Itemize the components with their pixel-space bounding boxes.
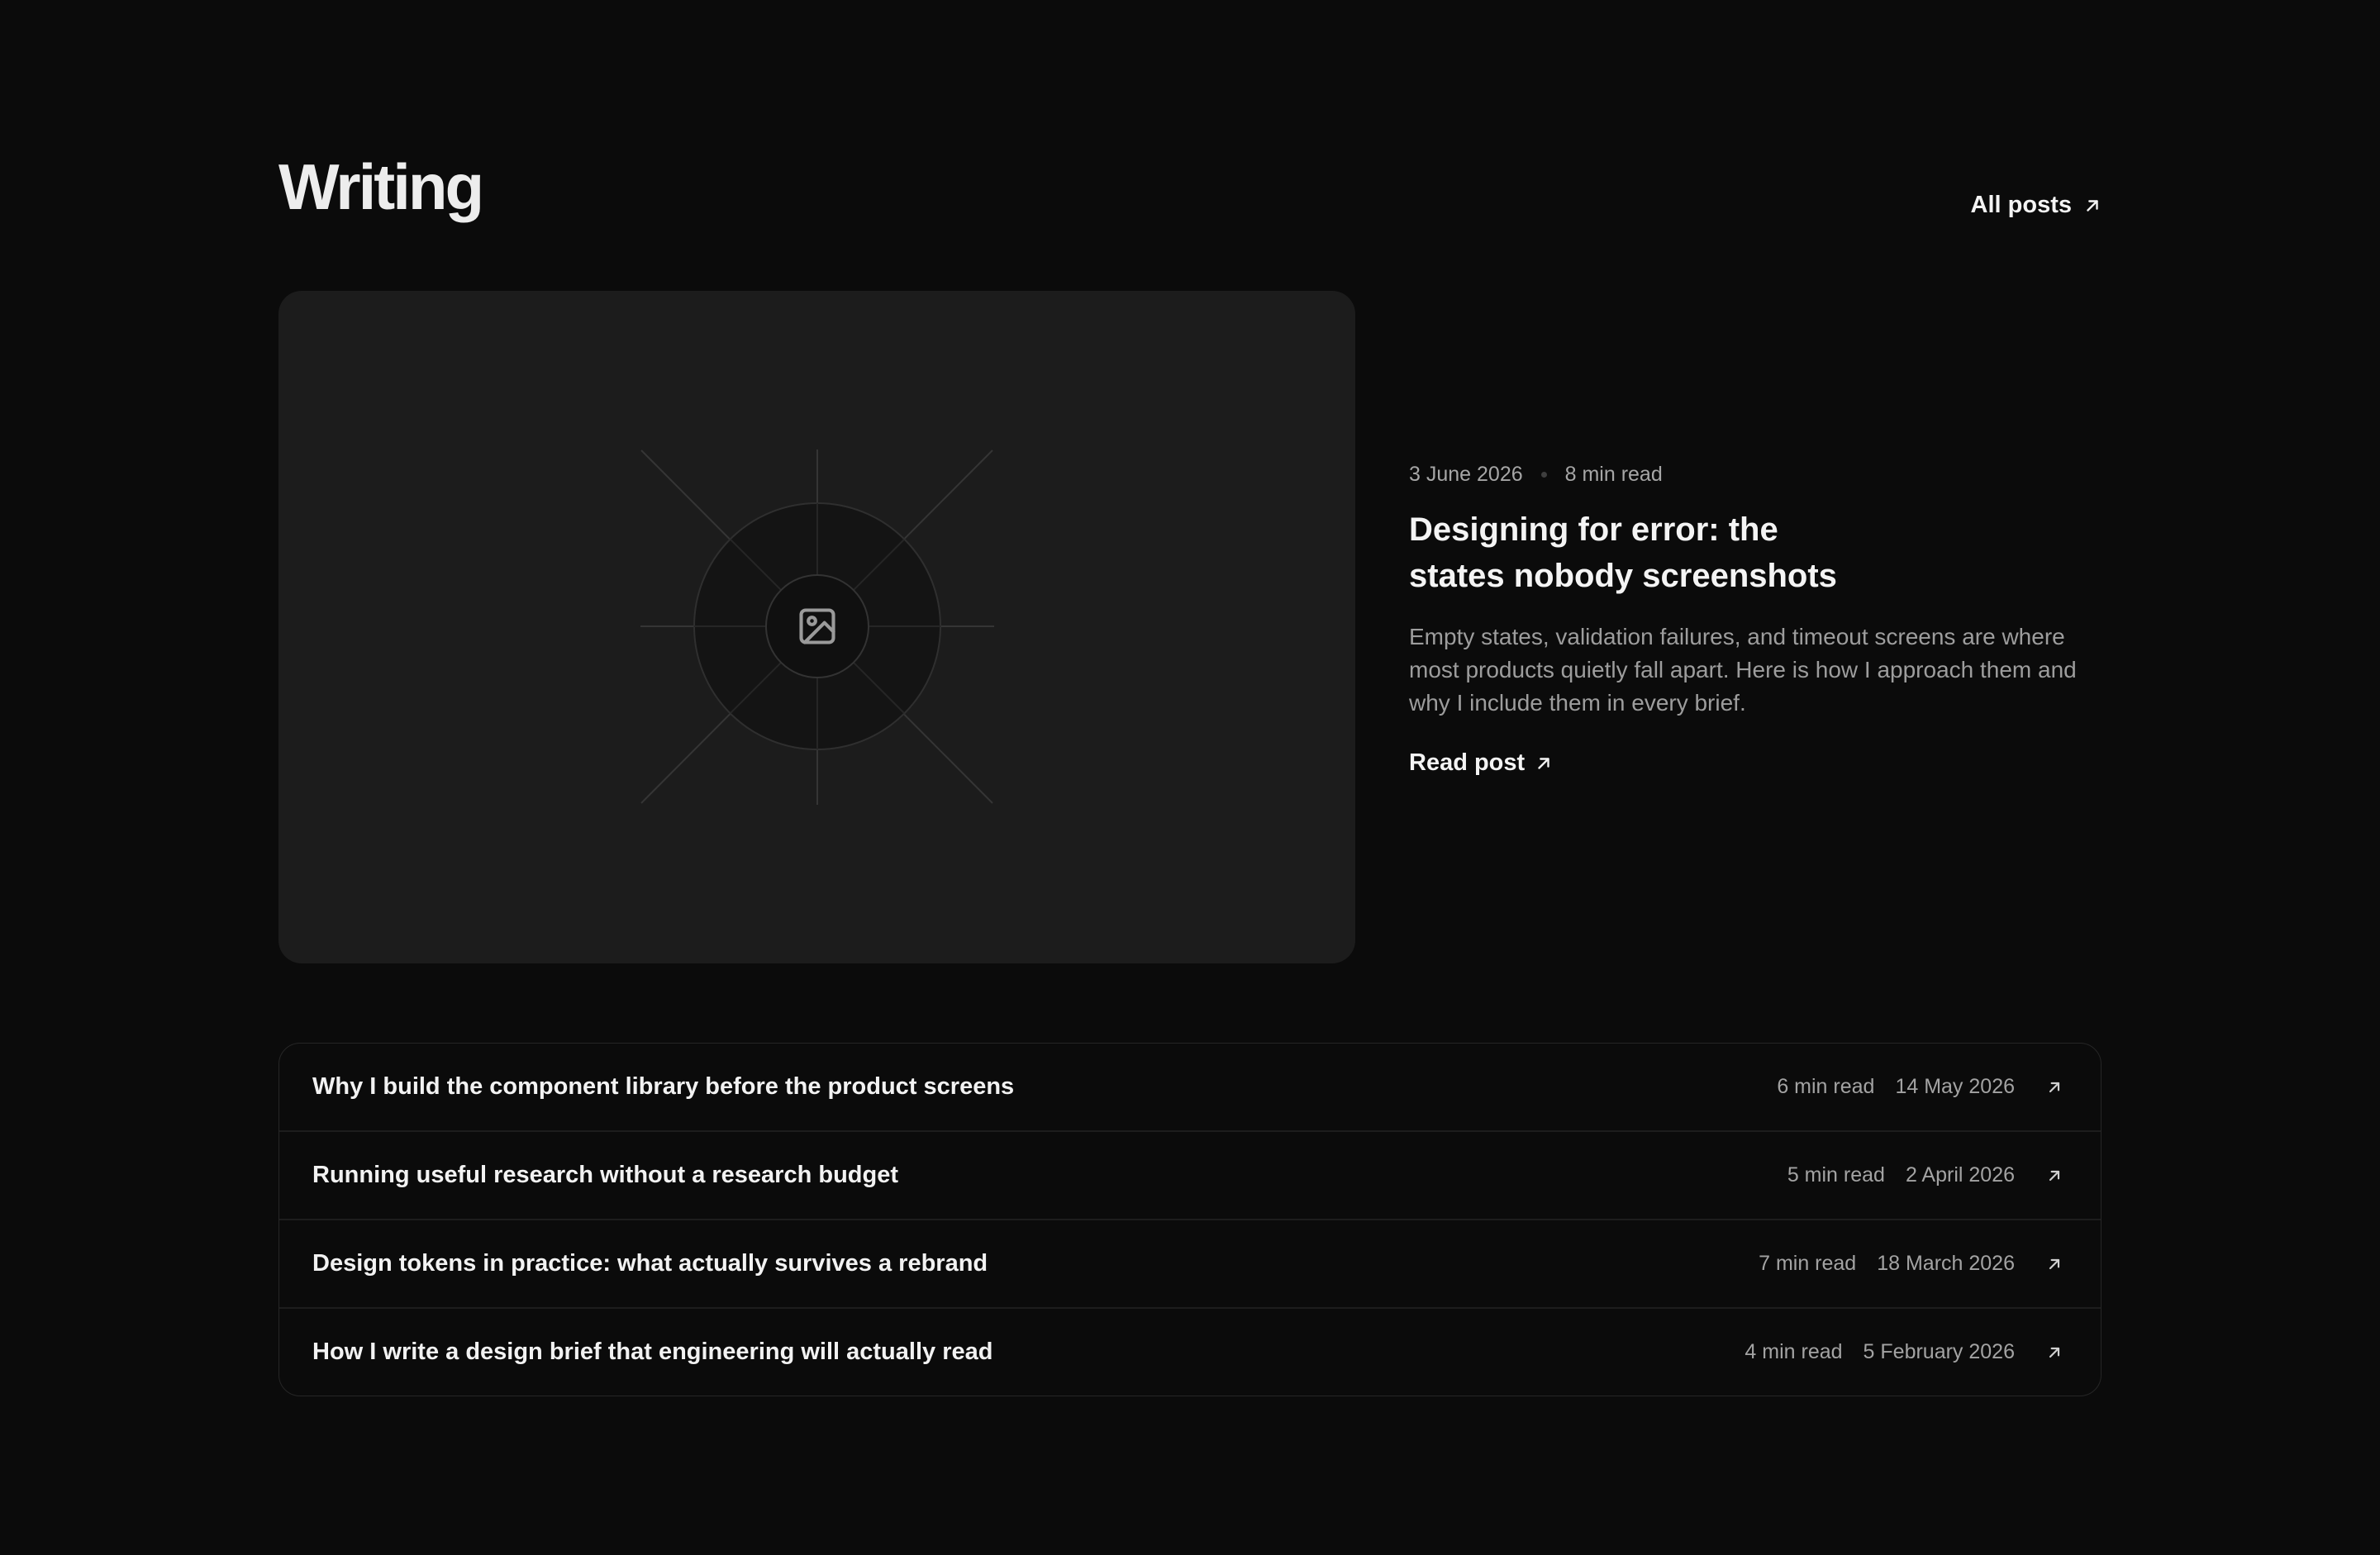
post-title: Running useful research without a resear… [312, 1162, 899, 1188]
featured-title[interactable]: Designing for error: the states nobody s… [1409, 506, 1921, 599]
post-list: Why I build the component library before… [278, 1043, 2102, 1396]
post-read-time: 5 min read [1787, 1163, 1885, 1186]
featured-excerpt: Empty states, validation failures, and t… [1409, 624, 2077, 716]
all-posts-label: All posts [1970, 192, 2072, 218]
post-date: 5 February 2026 [1863, 1340, 2015, 1363]
post-title: How I write a design brief that engineer… [312, 1339, 993, 1365]
post-title: Why I build the component library before… [312, 1073, 1015, 1100]
post-date: 14 May 2026 [1895, 1075, 2015, 1098]
featured-post-image[interactable] [278, 291, 1355, 963]
post-list-item[interactable]: Why I build the component library before… [279, 1044, 2101, 1130]
image-icon [799, 608, 835, 644]
read-post-label: Read post [1409, 749, 1526, 776]
featured-meta: 3 June 2026 8 min read [1409, 463, 2103, 487]
arrow-up-right-icon [2046, 1079, 2063, 1096]
arrow-up-right-icon [2046, 1167, 2063, 1184]
featured-post: 3 June 2026 8 min read Designing for err… [1409, 463, 2103, 777]
featured-read-time: 8 min read [1564, 463, 1663, 486]
arrow-up-right-icon [2046, 1256, 2063, 1272]
post-date: 18 March 2026 [1877, 1252, 2015, 1275]
post-read-time: 7 min read [1759, 1252, 1857, 1275]
featured-title-line-2: states nobody screenshots [1409, 558, 1837, 594]
featured-date: 3 June 2026 [1409, 463, 1523, 486]
featured-title-line-1: Designing for error: the [1409, 511, 1778, 548]
arrow-up-right-icon [1535, 754, 1553, 773]
arrow-up-right-icon [2046, 1344, 2063, 1361]
post-list-item[interactable]: Design tokens in practice: what actually… [279, 1219, 2101, 1307]
post-title: Design tokens in practice: what actually… [312, 1250, 988, 1277]
section-title: Writing [278, 150, 484, 223]
post-list-item[interactable]: Running useful research without a resear… [279, 1130, 2101, 1219]
all-posts-link[interactable]: All posts [1971, 192, 2102, 219]
post-list-item[interactable]: How I write a design brief that engineer… [279, 1307, 2101, 1396]
post-read-time: 6 min read [1777, 1075, 1875, 1098]
arrow-up-right-icon [2083, 197, 2102, 215]
post-read-time: 4 min read [1745, 1340, 1843, 1363]
read-post-link[interactable]: Read post [1409, 749, 1553, 777]
meta-separator-dot [1540, 472, 1547, 478]
post-date: 2 April 2026 [1905, 1163, 2015, 1186]
